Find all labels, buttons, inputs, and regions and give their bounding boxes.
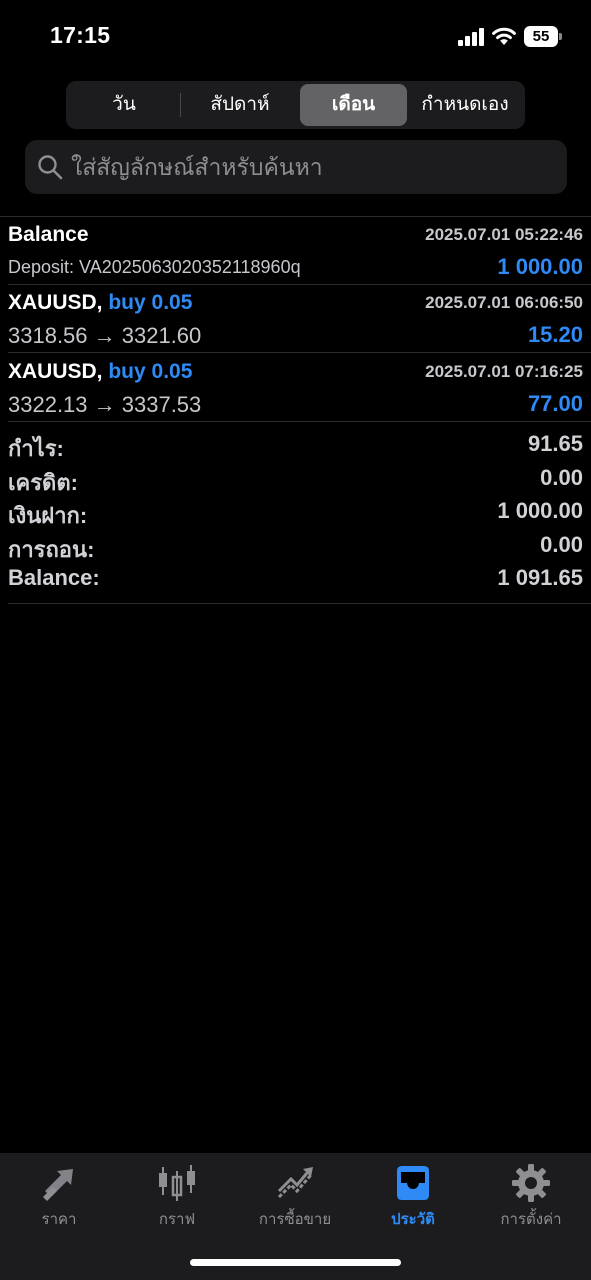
history-row-trade[interactable]: XAUUSD, buy 0.05 2025.07.01 07:16:25 332… <box>0 354 591 422</box>
tab-quotes[interactable]: ราคา <box>0 1153 118 1233</box>
candlestick-chart-icon <box>159 1165 195 1201</box>
history-inbox-icon <box>397 1166 429 1200</box>
summary-value: 1 000.00 <box>497 498 583 523</box>
history-profit: 15.20 <box>527 322 583 347</box>
battery-icon: 55 <box>524 26 562 47</box>
history-direction: buy 0.05 <box>108 360 193 383</box>
tab-history[interactable]: ประวัติ <box>354 1153 472 1233</box>
battery-level: 55 <box>524 26 558 47</box>
summary-balance-row: Balance: 1 091.65 <box>0 563 591 597</box>
period-tab-day[interactable]: วัน <box>70 84 178 126</box>
tab-settings[interactable]: การตั้งค่า <box>472 1153 590 1233</box>
period-tab-week[interactable]: สัปดาห์ <box>182 84 298 126</box>
history-summary: กำไร: 91.65 เครดิต: 0.00 เงินฝาก: 1 000.… <box>0 429 591 597</box>
history-amount: 1 000.00 <box>497 254 583 279</box>
history-row-title: Balance <box>8 223 89 247</box>
summary-label: กำไร: <box>8 436 64 461</box>
summary-withdrawal-row: การถอน: 0.00 <box>0 530 591 564</box>
status-time: 17:15 <box>50 22 111 48</box>
tab-label: การตั้งค่า <box>500 1211 562 1228</box>
history-prices: 3322.13 → 3337.53 <box>8 392 202 417</box>
home-indicator[interactable] <box>190 1259 401 1266</box>
history-symbol: XAUUSD, <box>8 291 103 314</box>
history-comment: Deposit: VA2025063020352118960q <box>8 257 301 277</box>
history-time: 2025.07.01 05:22:46 <box>425 225 583 244</box>
summary-divider <box>8 603 591 604</box>
history-symbol: Balance <box>8 223 89 246</box>
history-row-title: XAUUSD, buy 0.05 <box>8 360 192 384</box>
cellular-signal-icon <box>458 28 486 46</box>
quotes-arrows-icon <box>43 1169 73 1201</box>
summary-label: เงินฝาก: <box>8 503 88 528</box>
summary-deposit-row: เงินฝาก: 1 000.00 <box>0 496 591 530</box>
summary-label: Balance: <box>8 565 100 590</box>
history-row-title: XAUUSD, buy 0.05 <box>8 291 192 315</box>
history-screen: 17:15 55 วัน สัปดาห์ เดือน กำหนดเอง ใส่ส… <box>0 0 591 1280</box>
period-segmented-control: วัน สัปดาห์ เดือน กำหนดเอง <box>66 81 525 129</box>
summary-value: 0.00 <box>540 464 583 490</box>
gear-icon <box>512 1164 550 1202</box>
summary-label: เครดิต: <box>8 469 78 495</box>
tab-chart[interactable]: กราฟ <box>118 1153 236 1233</box>
history-row-balance[interactable]: Balance 2025.07.01 05:22:46 Deposit: VA2… <box>0 217 591 285</box>
search-icon <box>38 155 63 180</box>
summary-value: 1 091.65 <box>497 565 583 590</box>
history-profit: 77.00 <box>527 391 583 416</box>
history-direction: buy 0.05 <box>108 291 193 314</box>
history-time: 2025.07.01 07:16:25 <box>425 362 583 381</box>
wifi-icon <box>492 27 516 45</box>
trade-trend-icon <box>277 1167 313 1199</box>
tab-label: ราคา <box>41 1211 77 1228</box>
history-row-trade[interactable]: XAUUSD, buy 0.05 2025.07.01 06:06:50 331… <box>0 285 591 353</box>
period-tab-month[interactable]: เดือน <box>300 84 407 126</box>
status-bar: 17:15 55 <box>0 0 591 72</box>
history-prices: 3318.56 → 3321.60 <box>8 323 202 348</box>
tab-trade[interactable]: การซื้อขาย <box>236 1153 354 1233</box>
search-input[interactable] <box>71 140 551 194</box>
summary-profit-row: กำไร: 91.65 <box>0 429 591 463</box>
search-bar[interactable] <box>25 140 567 194</box>
period-tab-custom[interactable]: กำหนดเอง <box>409 84 521 126</box>
summary-value: 91.65 <box>527 431 583 456</box>
tab-label: กราฟ <box>158 1211 196 1228</box>
history-symbol: XAUUSD, <box>8 360 103 383</box>
summary-value: 0.00 <box>540 531 583 557</box>
history-time: 2025.07.01 06:06:50 <box>425 293 583 312</box>
tab-label: การซื้อขาย <box>258 1211 332 1228</box>
tab-label: ประวัติ <box>391 1211 435 1228</box>
summary-credit-row: เครดิต: 0.00 <box>0 463 591 497</box>
summary-label: การถอน: <box>8 536 95 562</box>
